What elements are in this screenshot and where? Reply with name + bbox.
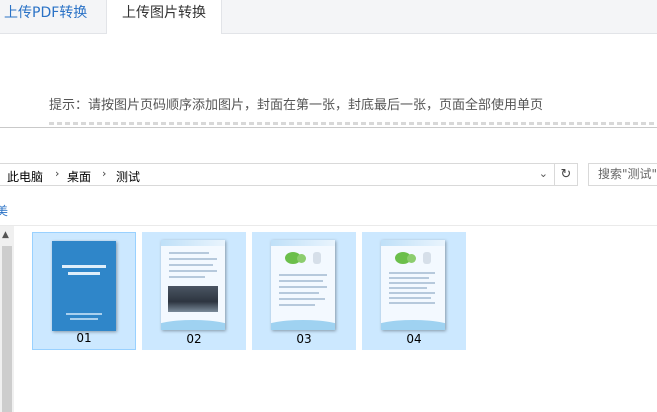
chevron-right-icon[interactable]: › bbox=[55, 167, 59, 180]
chevron-down-icon[interactable]: ⌄ bbox=[539, 167, 548, 180]
drop-zone-border bbox=[49, 122, 657, 125]
file-item[interactable]: 01 bbox=[32, 232, 136, 350]
file-item[interactable]: 04 bbox=[362, 232, 466, 350]
tab-upload-pdf[interactable]: 上传PDF转换 bbox=[0, 0, 106, 33]
file-open-dialog: 此电脑 › 桌面 › 测试 ⌄ ↻ 搜索"测试" 美 ▲ 01 02 03 04 bbox=[0, 127, 657, 412]
file-name: 01 bbox=[76, 331, 92, 345]
dialog-command-bar bbox=[0, 195, 657, 225]
command-bar-label-fragment[interactable]: 美 bbox=[0, 202, 8, 219]
breadcrumb-test[interactable]: 测试 bbox=[116, 168, 140, 185]
image-thumbnail bbox=[161, 240, 225, 330]
breadcrumb-this-pc[interactable]: 此电脑 bbox=[7, 168, 43, 185]
search-input[interactable]: 搜索"测试" bbox=[588, 163, 657, 186]
chevron-right-icon[interactable]: › bbox=[102, 167, 106, 180]
file-name: 04 bbox=[406, 332, 422, 346]
address-bar[interactable]: 此电脑 › 桌面 › 测试 ⌄ bbox=[0, 163, 555, 186]
dialog-header bbox=[0, 128, 657, 160]
breadcrumb-desktop[interactable]: 桌面 bbox=[67, 168, 91, 185]
scroll-up-icon[interactable]: ▲ bbox=[2, 230, 9, 240]
image-thumbnail bbox=[52, 241, 116, 331]
navigation-scrollbar[interactable]: ▲ bbox=[0, 226, 14, 412]
upload-hint: 提示：请按图片页码顺序添加图片，封面在第一张，封底最后一张，页面全部使用单页 bbox=[49, 98, 544, 113]
image-thumbnail bbox=[381, 240, 445, 330]
file-list-pane: ▲ 01 02 03 04 bbox=[0, 225, 657, 412]
scrollbar-thumb[interactable] bbox=[2, 246, 12, 412]
image-thumbnail bbox=[271, 240, 335, 330]
file-item[interactable]: 02 bbox=[142, 232, 246, 350]
file-item[interactable]: 03 bbox=[252, 232, 356, 350]
file-name: 02 bbox=[186, 332, 202, 346]
file-name: 03 bbox=[296, 332, 312, 346]
refresh-button[interactable]: ↻ bbox=[555, 163, 578, 186]
tab-upload-image[interactable]: 上传图片转换 bbox=[106, 0, 222, 34]
upload-tabbar: 上传PDF转换 上传图片转换 bbox=[0, 0, 657, 34]
